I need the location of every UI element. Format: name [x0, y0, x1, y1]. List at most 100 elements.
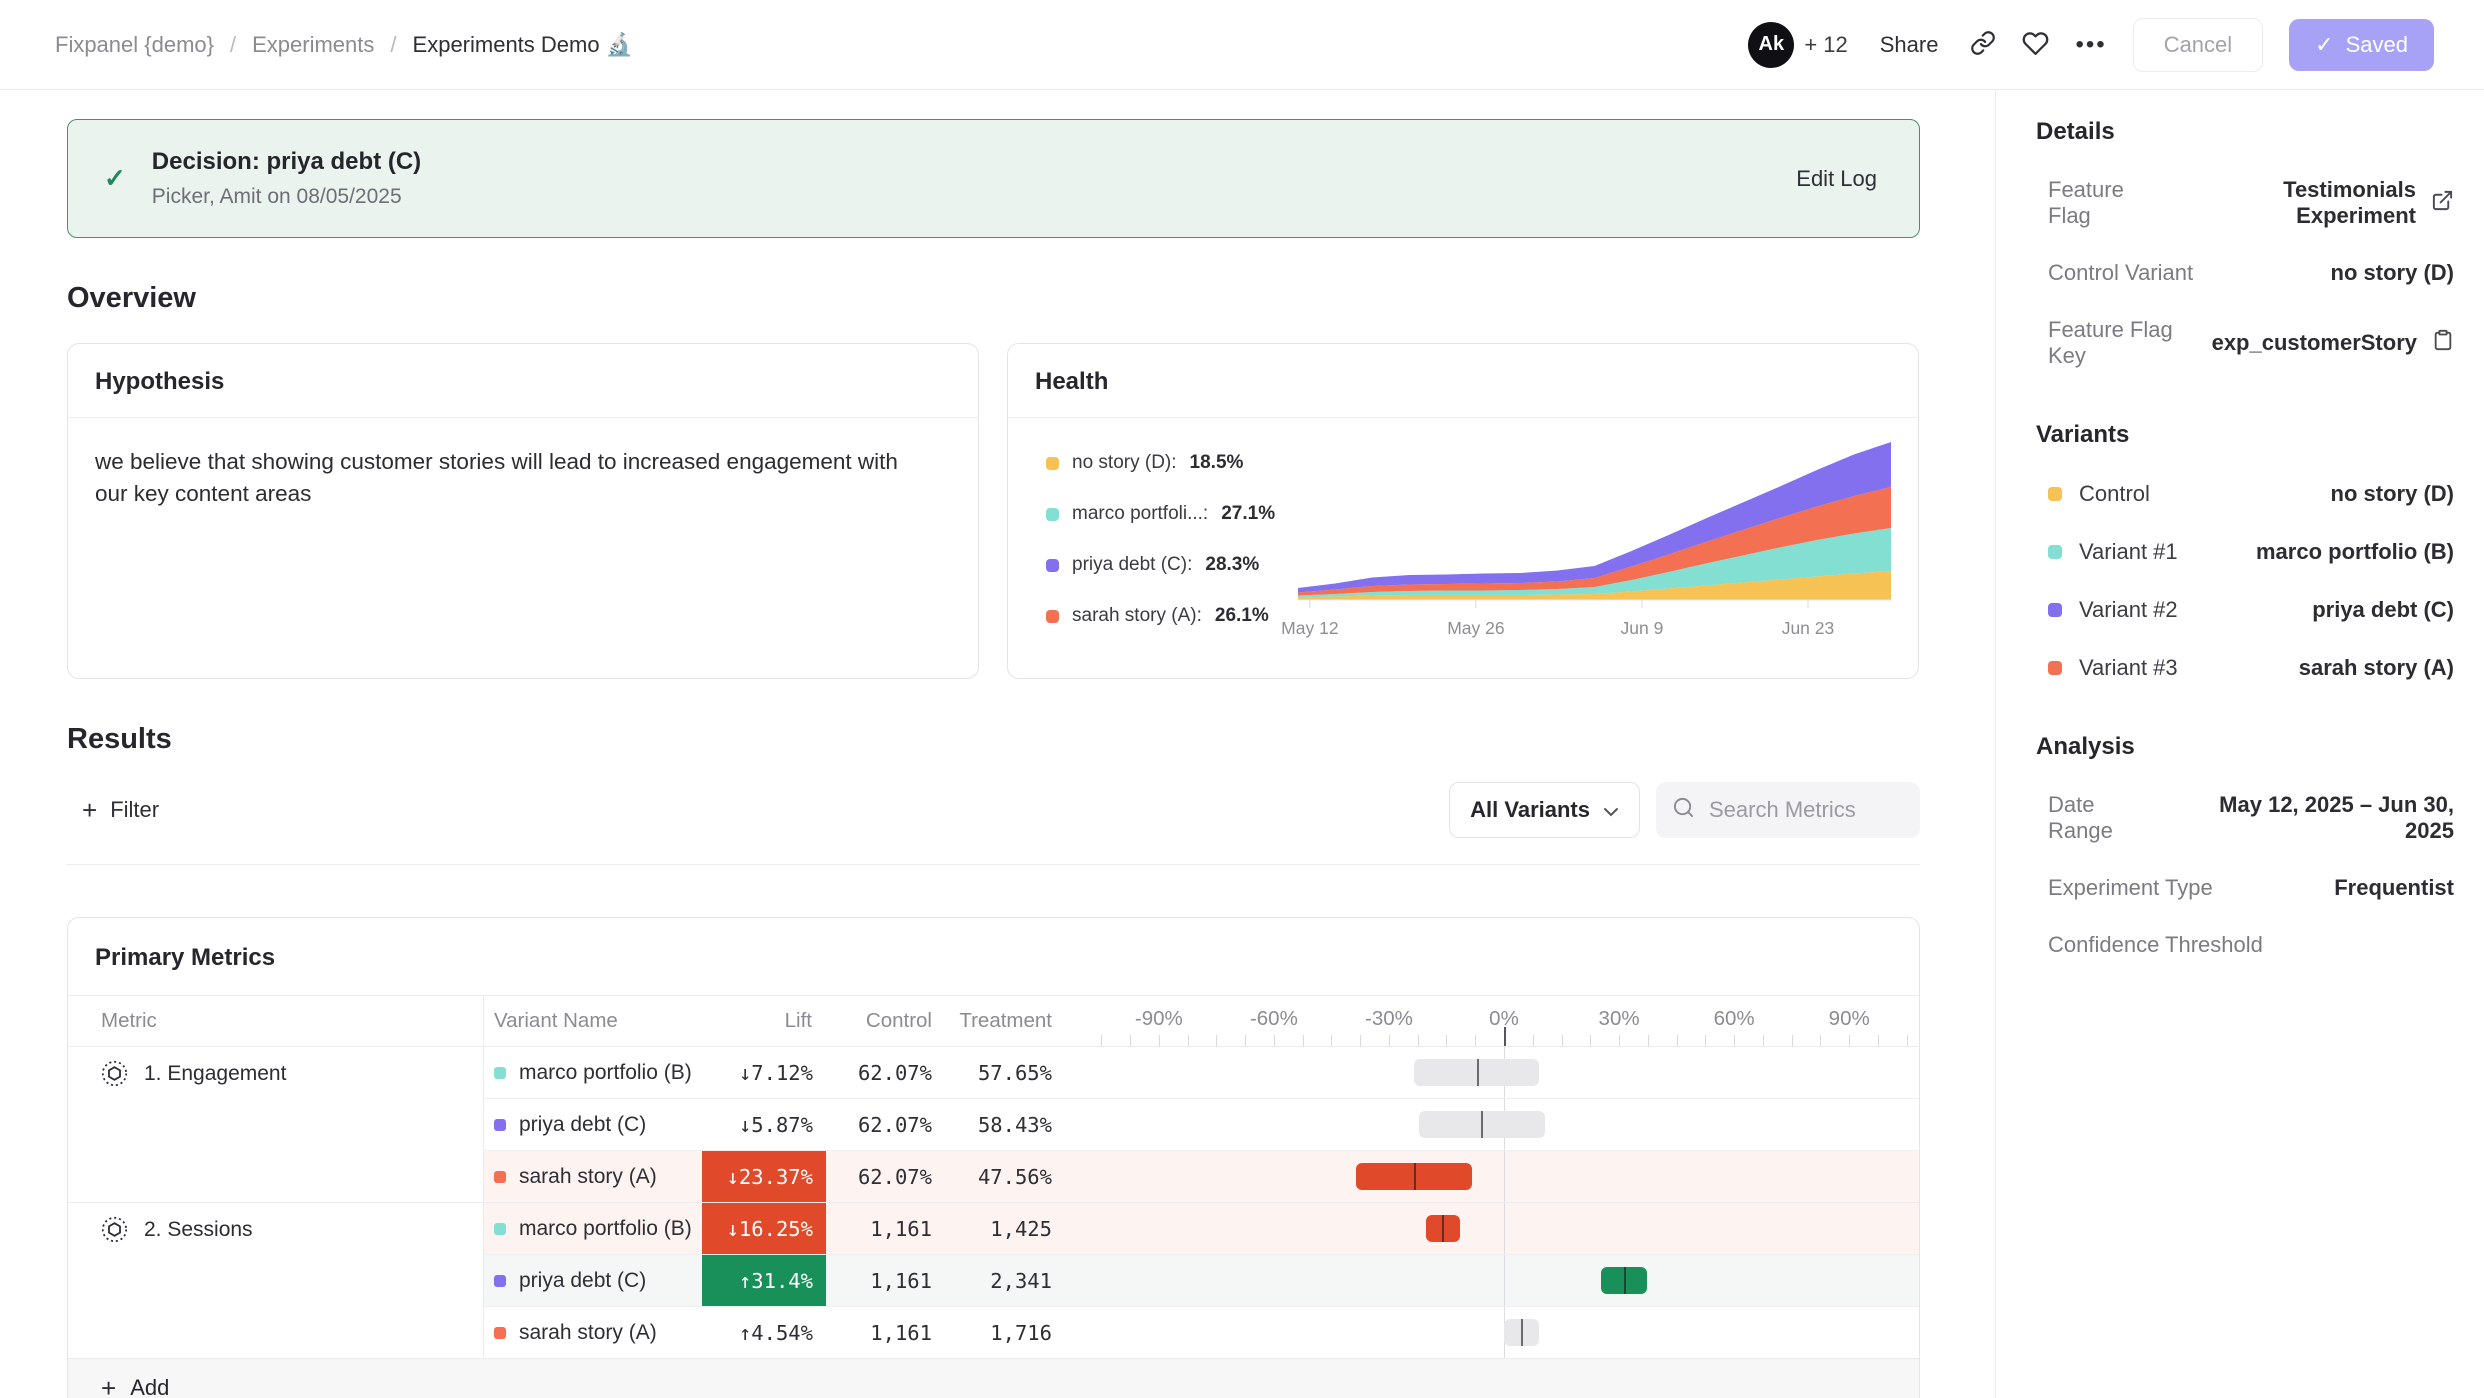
- lift-cell: ↓7.12%: [702, 1047, 826, 1098]
- lift-axis-minor-tick: [1590, 1035, 1591, 1046]
- search-input[interactable]: [1707, 796, 1904, 824]
- variant-cell: sarah story (A): [484, 1307, 702, 1358]
- sidebar-heading-details: Details: [2036, 118, 2454, 146]
- variant-cell: marco portfolio (B): [484, 1203, 702, 1254]
- field-value: Testimonials Experiment: [2168, 177, 2454, 229]
- lift-axis-label: 90%: [1829, 1007, 1870, 1031]
- variant-name: marco portfolio (B): [519, 1217, 692, 1241]
- lift-axis-minor-tick: [1130, 1035, 1131, 1046]
- breadcrumb: Fixpanel {demo}/Experiments/Experiments …: [55, 32, 633, 58]
- variant-row: Controlno story (D): [2048, 481, 2454, 507]
- field-label: Date Range: [2048, 792, 2165, 844]
- estimate-tick: [1442, 1215, 1444, 1242]
- health-body: no story (D): 18.5%marco portfoli...: 27…: [1008, 418, 1918, 656]
- variants-dropdown[interactable]: All Variants: [1449, 782, 1640, 838]
- app: Fixpanel {demo}/Experiments/Experiments …: [0, 0, 2484, 1398]
- legend-swatch: [1046, 457, 1059, 470]
- lift-axis-minor-tick: [1763, 1035, 1764, 1046]
- table-row[interactable]: priya debt (C)↓5.87%62.07%58.43%: [484, 1098, 1919, 1150]
- variant-row: Variant #1marco portfolio (B): [2048, 539, 2454, 565]
- variant-swatch: [2048, 661, 2062, 675]
- variant-swatch: [2048, 545, 2062, 559]
- details-row: Feature FlagTestimonials Experiment: [2048, 177, 2454, 229]
- table-row[interactable]: sarah story (A)↓23.37%62.07%47.56%: [484, 1150, 1919, 1202]
- variant-name: priya debt (C): [519, 1113, 646, 1137]
- lift-axis-minor-tick: [1849, 1035, 1850, 1046]
- variant-cell: priya debt (C): [484, 1255, 702, 1306]
- field-label: Control Variant: [2048, 260, 2193, 286]
- estimate-tick: [1477, 1059, 1479, 1086]
- col-header-variant-name: Variant Name: [484, 1009, 702, 1033]
- lift-axis-minor-tick: [1216, 1035, 1217, 1046]
- saved-button[interactable]: ✓ Saved: [2289, 19, 2434, 71]
- zero-line: [1504, 1203, 1505, 1254]
- variant-slot-name: Variant #2: [2079, 597, 2178, 623]
- variant-cell: priya debt (C): [484, 1099, 702, 1150]
- heart-icon: [2022, 30, 2049, 60]
- treatment-cell: 2,341: [946, 1255, 1066, 1306]
- treatment-cell: 58.43%: [946, 1099, 1066, 1150]
- field-value: Frequentist: [2334, 875, 2454, 901]
- main-content: ✓ Decision: priya debt (C) Picker, Amit …: [0, 90, 1995, 1398]
- variant-swatch: [2048, 487, 2062, 501]
- legend-value: 27.1%: [1221, 503, 1275, 525]
- overview-heading: Overview: [67, 282, 1920, 315]
- table-header-row: Metric Variant Name Lift Control Treatme…: [68, 996, 1919, 1047]
- sidebar-heading-variants: Variants: [2036, 421, 2454, 449]
- variant-swatch: [494, 1327, 506, 1339]
- share-button[interactable]: Share: [1874, 31, 1945, 59]
- zero-line: [1504, 1255, 1505, 1306]
- lift-axis-label: 30%: [1599, 1007, 1640, 1031]
- add-filter-button[interactable]: + Filter: [67, 797, 159, 823]
- cancel-button[interactable]: Cancel: [2133, 18, 2263, 72]
- confidence-interval-cell: [1066, 1203, 1919, 1254]
- breadcrumb-item[interactable]: Fixpanel {demo}: [55, 32, 214, 58]
- confidence-interval-cell: [1066, 1255, 1919, 1306]
- col-header-lift: Lift: [702, 1009, 826, 1033]
- control-cell: 1,161: [826, 1203, 946, 1254]
- overview-cards: Hypothesis we believe that showing custo…: [67, 343, 1920, 679]
- copy-link-button[interactable]: [1970, 30, 1996, 59]
- field-label: Experiment Type: [2048, 875, 2213, 901]
- table-row[interactable]: marco portfolio (B)↓16.25%1,1611,425: [484, 1203, 1919, 1254]
- variant-label: Variant #1: [2048, 539, 2178, 565]
- variant-name: sarah story (A): [519, 1165, 657, 1189]
- analysis-row: Experiment Type Frequentist: [2048, 875, 2454, 901]
- edit-log-button[interactable]: Edit Log: [1790, 165, 1883, 193]
- variant-swatch: [494, 1223, 506, 1235]
- treatment-cell: 1,425: [946, 1203, 1066, 1254]
- legend-label: sarah story (A):: [1072, 605, 1202, 627]
- more-options-button[interactable]: •••: [2075, 31, 2106, 59]
- x-axis-tick-label: May 12: [1281, 618, 1338, 639]
- lift-axis-minor-tick: [1533, 1035, 1534, 1046]
- field-value: May 12, 2025 – Jun 30, 2025: [2165, 792, 2454, 844]
- external-link-icon[interactable]: [2431, 189, 2454, 218]
- breadcrumb-item[interactable]: Experiments: [252, 32, 374, 58]
- col-header-treatment: Treatment: [946, 1009, 1066, 1033]
- table-row[interactable]: priya debt (C)↑31.4%1,1612,341: [484, 1254, 1919, 1306]
- variant-cell: sarah story (A): [484, 1151, 702, 1202]
- col-header-metric: Metric: [68, 996, 484, 1046]
- variant-swatch: [2048, 603, 2062, 617]
- metric-name: 1. Engagement: [144, 1060, 286, 1087]
- favorite-button[interactable]: [2022, 30, 2049, 60]
- breadcrumb-item: Experiments Demo 🔬: [413, 32, 634, 58]
- variant-value: no story (D): [2331, 481, 2454, 507]
- confidence-interval-cell: [1066, 1047, 1919, 1098]
- filter-label: Filter: [110, 797, 159, 823]
- add-metric-button[interactable]: + Add: [68, 1358, 1919, 1398]
- lift-axis-minor-tick: [1331, 1035, 1332, 1046]
- x-axis-tick-label: May 26: [1447, 618, 1504, 639]
- table-row[interactable]: sarah story (A)↑4.54%1,1611,716: [484, 1306, 1919, 1358]
- primary-metrics-card: Primary Metrics Metric Variant Name Lift…: [67, 917, 1920, 1398]
- analysis-row: Date RangeMay 12, 2025 – Jun 30, 2025: [2048, 792, 2454, 844]
- treatment-cell: 57.65%: [946, 1047, 1066, 1098]
- estimate-tick: [1481, 1111, 1483, 1138]
- clipboard-icon[interactable]: [2432, 329, 2454, 357]
- lift-axis-label: -90%: [1135, 1007, 1183, 1031]
- health-legend: no story (D): 18.5%marco portfoli...: 27…: [1046, 452, 1298, 642]
- avatar[interactable]: Ak: [1748, 22, 1794, 68]
- control-cell: 62.07%: [826, 1047, 946, 1098]
- table-row[interactable]: marco portfolio (B)↓7.12%62.07%57.65%: [484, 1047, 1919, 1098]
- results-heading: Results: [67, 723, 1920, 756]
